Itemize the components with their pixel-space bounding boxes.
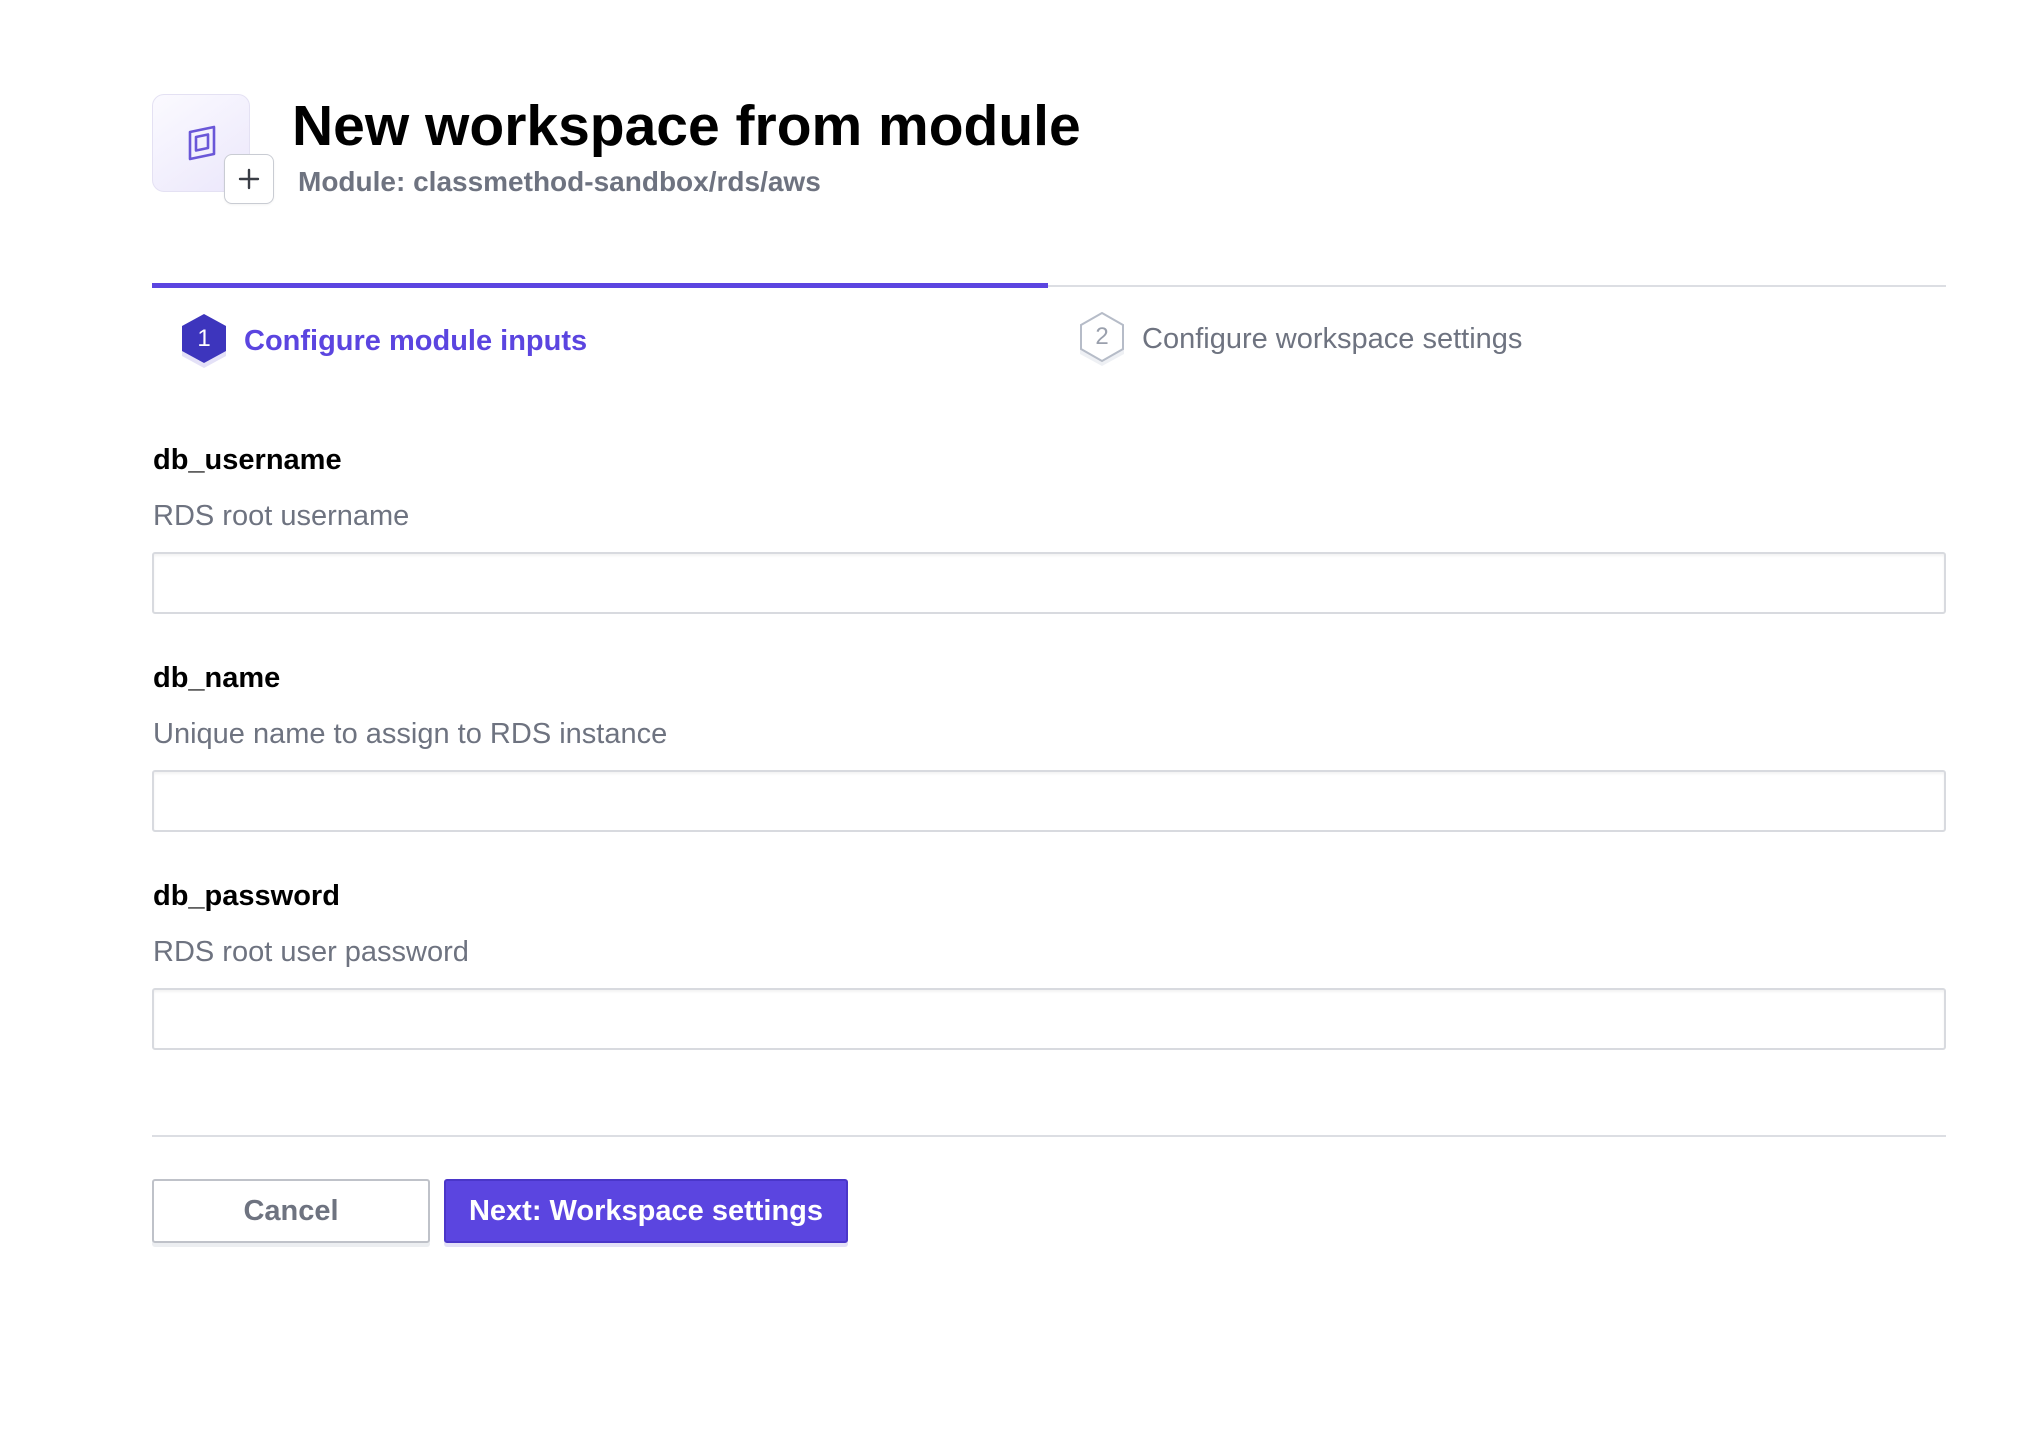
step-2-label: Configure workspace settings <box>1142 322 1523 355</box>
field-label: db_name <box>153 662 281 694</box>
step-1-hexagon-icon: 1 <box>180 314 228 368</box>
step-configure-workspace-settings[interactable]: 2 Configure workspace settings <box>1078 312 1522 366</box>
step-configure-module-inputs[interactable]: 1 Configure module inputs <box>180 314 587 368</box>
module-icon <box>188 125 216 161</box>
step-1-number: 1 <box>197 325 211 352</box>
field-description: Unique name to assign to RDS instance <box>153 718 668 750</box>
module-subtitle: Module: classmethod-sandbox/rds/aws <box>298 166 821 197</box>
field-label: db_username <box>153 444 342 476</box>
page-title: New workspace from module <box>292 94 1081 158</box>
actions-divider <box>152 1135 1946 1137</box>
plus-icon <box>238 168 260 190</box>
field-label: db_password <box>153 880 340 912</box>
db-username-input[interactable] <box>152 552 1946 614</box>
step-2-hexagon-icon: 2 <box>1078 312 1126 366</box>
step-2-number: 2 <box>1095 323 1109 350</box>
field-description: RDS root username <box>153 500 410 532</box>
step-1-label: Configure module inputs <box>244 324 588 357</box>
field-description: RDS root user password <box>153 936 469 968</box>
db-password-input[interactable] <box>152 988 1946 1050</box>
page-header: New workspace from module Module: classm… <box>152 94 1942 214</box>
cancel-button[interactable]: Cancel <box>152 1179 430 1243</box>
next-workspace-settings-button[interactable]: Next: Workspace settings <box>444 1179 848 1243</box>
add-badge <box>224 154 274 204</box>
steps-progress-active <box>152 283 1048 288</box>
steps-progress-bar <box>152 283 1946 288</box>
db-name-input[interactable] <box>152 770 1946 832</box>
